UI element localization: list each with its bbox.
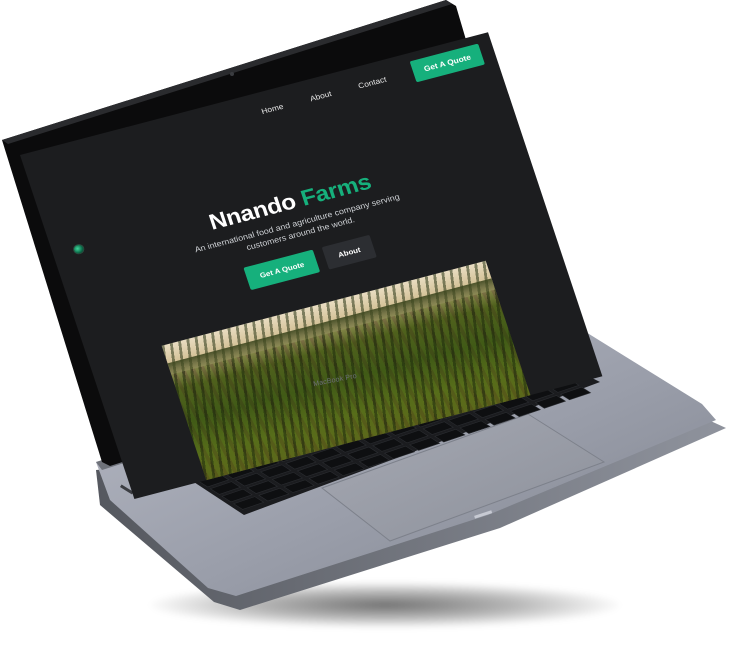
nav-get-quote-button[interactable]: Get A Quote (409, 43, 485, 83)
hero-get-quote-button[interactable]: Get A Quote (243, 249, 321, 290)
nav-contact[interactable]: Contact (357, 75, 388, 90)
laptop-mockup: Home About Contact Get A Quote Nnando Fa… (0, 0, 730, 645)
hero-title: Nnando Farms (52, 128, 528, 276)
hero-about-button[interactable]: About (321, 234, 377, 270)
nav-about[interactable]: About (309, 89, 333, 103)
nav-home[interactable]: Home (260, 102, 284, 116)
